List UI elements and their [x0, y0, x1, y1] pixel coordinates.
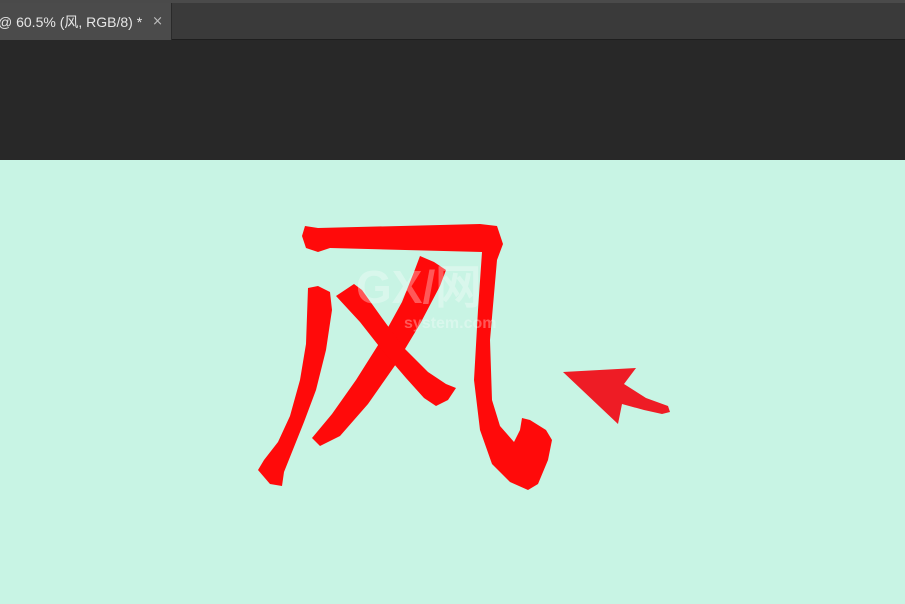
close-icon[interactable]: ×: [152, 15, 163, 28]
document-canvas[interactable]: 风 GX/网 system.com: [0, 160, 905, 604]
document-tab[interactable]: @ 60.5% (风, RGB/8) * ×: [0, 3, 172, 40]
photoshop-window: @ 60.5% (风, RGB/8) * × 风 GX/网 system.com: [0, 0, 905, 604]
document-tab-title: @ 60.5% (风, RGB/8) *: [0, 13, 143, 30]
arrow-pointing-left-icon: [563, 368, 670, 424]
document-tab-bar: @ 60.5% (风, RGB/8) * ×: [0, 3, 905, 40]
pasteboard-area: [0, 40, 905, 160]
